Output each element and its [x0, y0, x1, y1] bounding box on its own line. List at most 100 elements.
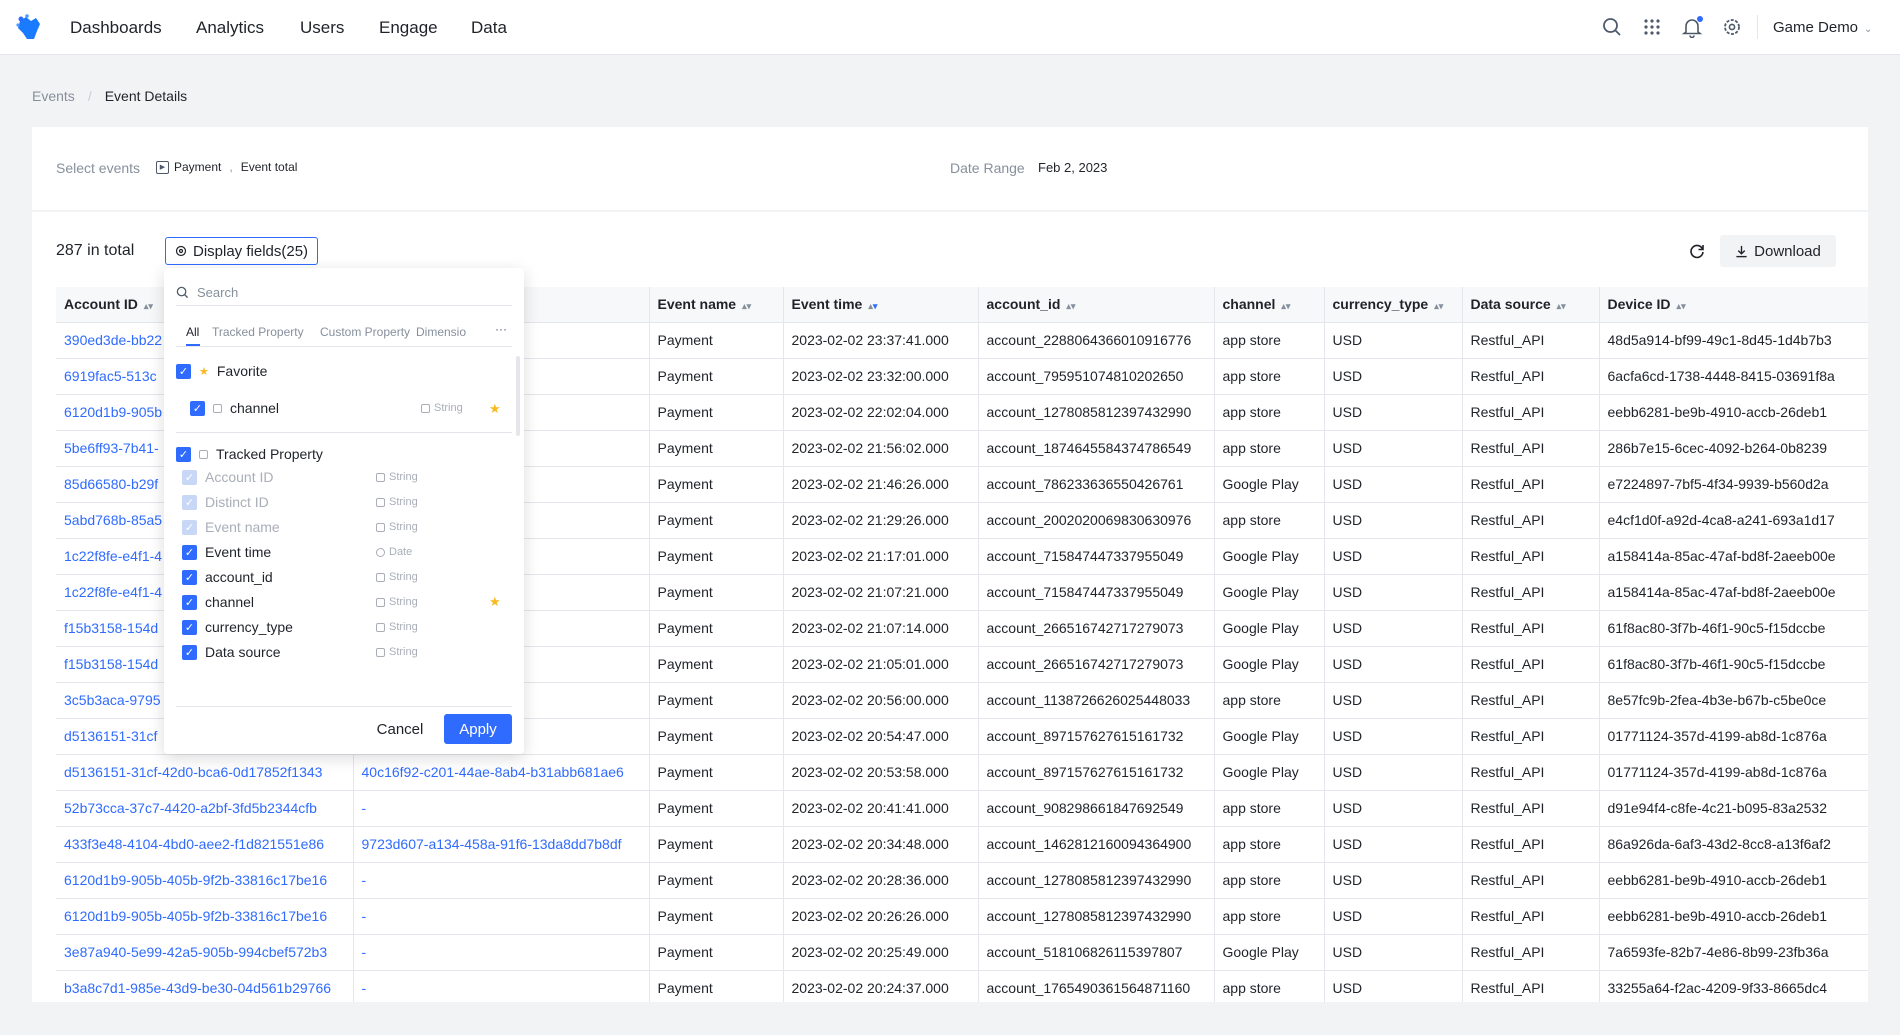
sort-icon[interactable]: ▴▾ [742, 301, 751, 311]
favorite-group[interactable]: ✓ ★ Favorite [176, 363, 267, 379]
table-cell: account_1278085812397432990 [978, 862, 1215, 899]
table-row[interactable]: b3a8c7d1-985e-43d9-be30-04d561b29766- Pay… [56, 970, 1868, 1002]
tracked-item[interactable]: ✓ channel [182, 594, 254, 610]
event-selector[interactable]: ▶ Payment , Event total [156, 160, 297, 174]
table-cell[interactable]: b3a8c7d1-985e-43d9-be30-04d561b29766 [56, 970, 354, 1002]
checkbox-checked[interactable]: ✓ [182, 619, 197, 635]
nav-dashboards[interactable]: Dashboards [70, 18, 162, 38]
project-switcher[interactable]: Game Demo ⌄ [1773, 19, 1872, 36]
column-header[interactable]: channel ▴▾ [1214, 287, 1325, 323]
refresh-icon[interactable] [1687, 241, 1707, 261]
table-cell[interactable]: - [353, 898, 650, 935]
display-fields-button[interactable]: Display fields(25) [165, 237, 319, 265]
tracked-group[interactable]: ✓ Tracked Property [176, 446, 323, 462]
table-row[interactable]: d5136151-31cf-42d0-bca6-0d17852f1343 40c1… [56, 754, 1868, 791]
table-cell: Restful_API [1462, 610, 1600, 647]
logo-icon[interactable] [14, 13, 44, 43]
favorite-item-channel[interactable]: ✓ channel [190, 400, 279, 416]
date-range-label: Date Range [950, 160, 1025, 176]
table-cell: Restful_API [1462, 358, 1600, 395]
star-icon[interactable]: ★ [489, 401, 501, 417]
more-icon[interactable]: ··· [495, 322, 507, 336]
settings-icon[interactable] [1721, 16, 1743, 38]
tracked-item[interactable]: ✓ Data source [182, 644, 280, 660]
table-cell: USD [1324, 826, 1463, 863]
checkbox-checked[interactable]: ✓ [176, 363, 191, 379]
sort-icon[interactable]: ▴▾ [1677, 301, 1686, 311]
table-cell: 2023-02-02 21:56:02.000 [783, 430, 979, 467]
column-header[interactable]: account_id ▴▾ [978, 287, 1215, 323]
table-row[interactable]: 6120d1b9-905b-405b-9f2b-33816c17be16- Pay… [56, 862, 1868, 899]
checkbox-checked[interactable]: ✓ [190, 400, 205, 416]
table-cell[interactable]: - [353, 790, 650, 827]
date-range-value[interactable]: Feb 2, 2023 [1038, 160, 1107, 175]
search-icon[interactable] [1601, 16, 1623, 38]
table-row[interactable]: 52b73cca-37c7-4420-a2bf-3fd5b2344cfb - Pay… [56, 790, 1868, 827]
table-cell[interactable]: 52b73cca-37c7-4420-a2bf-3fd5b2344cfb [56, 790, 354, 827]
table-cell: 48d5a914-bf99-49c1-8d45-1d4b7b3 [1599, 322, 1868, 359]
nav-engage[interactable]: Engage [379, 18, 438, 38]
column-header[interactable]: Event name ▴▾ [649, 287, 784, 323]
sort-icon[interactable]: ▴▾ [1434, 301, 1443, 311]
checkbox-checked[interactable]: ✓ [182, 594, 197, 610]
nav-data[interactable]: Data [471, 18, 507, 38]
tracked-item[interactable]: ✓ Event time [182, 544, 271, 560]
column-header-label: Data source [1470, 296, 1551, 313]
breadcrumb-events[interactable]: Events [32, 88, 75, 104]
download-button[interactable]: Download [1720, 235, 1836, 267]
table-cell[interactable]: - [353, 934, 650, 971]
table-cell[interactable]: - [353, 970, 650, 1002]
table-cell[interactable]: 6120d1b9-905b-405b-9f2b-33816c17be16 [56, 862, 354, 899]
nav-analytics[interactable]: Analytics [196, 18, 264, 38]
table-cell[interactable]: - [353, 862, 650, 899]
table-cell[interactable]: 6120d1b9-905b-405b-9f2b-33816c17be16 [56, 898, 354, 935]
type-label: Date [389, 546, 413, 558]
apply-button[interactable]: Apply [444, 714, 512, 744]
tab-all[interactable]: All [186, 325, 199, 339]
column-header[interactable]: Data source ▴▾ [1462, 287, 1600, 323]
table-cell[interactable]: 433f3e48-4104-4bd0-aee2-f1d821551e86 [56, 826, 354, 863]
table-cell[interactable]: 9723d607-a134-458a-91f6-13da8dd7b8df [353, 826, 650, 863]
table-cell: 2023-02-02 20:26:26.000 [783, 898, 979, 935]
favorite-group-label: Favorite [216, 363, 268, 379]
table-cell: USD [1324, 970, 1463, 1002]
column-header[interactable]: Device ID ▴▾ [1599, 287, 1868, 323]
table-cell[interactable]: 3e87a940-5e99-42a5-905b-994cbef572b3 [56, 934, 354, 971]
column-header[interactable]: currency_type ▴▾ [1324, 287, 1463, 323]
sort-icon[interactable]: ▴▾ [1281, 301, 1290, 311]
tab-dimension[interactable]: Dimensio [416, 325, 468, 339]
table-cell: Restful_API [1462, 394, 1600, 431]
table-cell: 2023-02-02 20:25:49.000 [783, 934, 979, 971]
tracked-item[interactable]: ✓ currency_type [182, 619, 293, 635]
tab-custom-property[interactable]: Custom Property [320, 325, 410, 339]
table-cell: 86a926da-6af3-43d2-8cc8-a13f6af2 [1599, 826, 1868, 863]
column-header[interactable]: Event time ▴▾ [783, 287, 979, 323]
table-cell: app store [1214, 862, 1325, 899]
field-tabs: All Tracked Property Custom Property Dim… [176, 321, 512, 347]
field-list-scrollbar[interactable] [516, 356, 520, 436]
table-cell[interactable]: d5136151-31cf-42d0-bca6-0d17852f1343 [56, 754, 354, 791]
cancel-button[interactable]: Cancel [364, 714, 436, 744]
sort-icon[interactable]: ▴▾ [1066, 301, 1075, 311]
bell-icon[interactable] [1681, 16, 1703, 39]
checkbox-checked[interactable]: ✓ [182, 569, 197, 585]
star-icon[interactable]: ★ [489, 594, 501, 610]
sort-icon[interactable]: ▴▾ [144, 301, 153, 311]
tab-tracked-property[interactable]: Tracked Property [212, 325, 304, 339]
table-row[interactable]: 6120d1b9-905b-405b-9f2b-33816c17be16- Pay… [56, 898, 1868, 935]
table-row[interactable]: 433f3e48-4104-4bd0-aee2-f1d821551e86 9723… [56, 826, 1868, 863]
table-cell: Google Play [1214, 574, 1325, 611]
table-cell[interactable]: 40c16f92-c201-44ae-8ab4-b31abb681ae6 [353, 754, 650, 791]
sort-icon[interactable]: ▴▾ [868, 301, 877, 311]
checkbox-checked[interactable]: ✓ [176, 446, 191, 462]
nav-users[interactable]: Users [300, 18, 344, 38]
favorite-item-type: String [421, 402, 463, 414]
field-search-input[interactable]: Search [176, 280, 512, 306]
apps-grid-icon[interactable] [1641, 16, 1663, 38]
sort-icon[interactable]: ▴▾ [1557, 301, 1566, 311]
tracked-item[interactable]: ✓ account_id [182, 569, 273, 585]
checkbox-checked[interactable]: ✓ [182, 544, 197, 560]
table-row[interactable]: 3e87a940-5e99-42a5-905b-994cbef572b3- Pay… [56, 934, 1868, 971]
checkbox-checked[interactable]: ✓ [182, 644, 197, 660]
string-type-icon [376, 572, 385, 582]
